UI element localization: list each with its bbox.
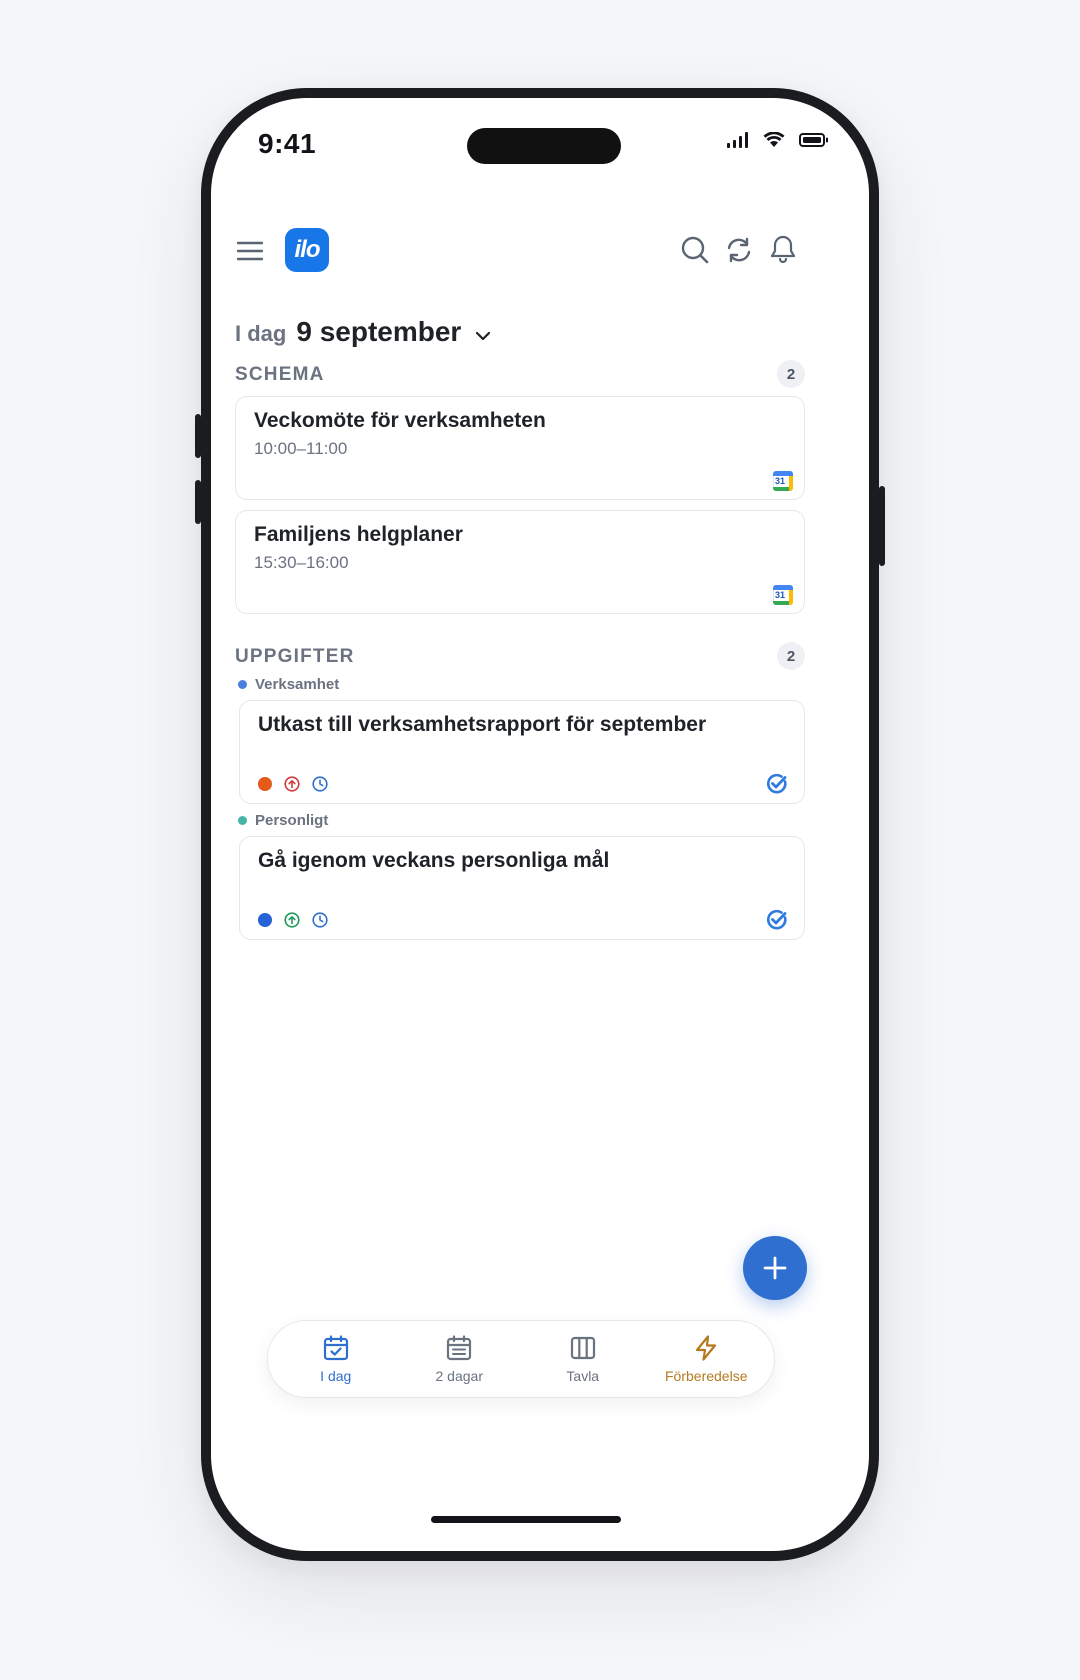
chevron-down-icon <box>476 331 491 341</box>
menu-icon <box>237 241 263 261</box>
task-group-label: Personligt <box>238 812 328 829</box>
nav-item-prepare[interactable]: Förberedelse <box>645 1334 767 1384</box>
clock-icon <box>312 776 328 792</box>
notifications-button[interactable] <box>767 232 799 266</box>
menu-button[interactable] <box>235 236 265 266</box>
cellular-signal-icon <box>727 132 748 148</box>
clock-icon <box>312 912 328 928</box>
nav-label-today: I dag <box>320 1368 352 1384</box>
task-card[interactable]: Gå igenom veckans personliga mål <box>239 836 805 940</box>
schedule-count-badge: 2 <box>777 360 805 388</box>
task-complete-check-icon[interactable] <box>766 773 788 795</box>
lightning-icon <box>696 1335 717 1361</box>
nav-item-two-days[interactable]: 2 dagar <box>398 1334 520 1384</box>
app-logo[interactable]: ilo <box>285 228 329 272</box>
phone-frame: 9:41 ilo I dag 9 september SCHEMA 2 Veck… <box>195 88 885 1561</box>
schedule-section-title: SCHEMA <box>235 364 325 385</box>
nav-label-two-days: 2 dagar <box>435 1368 483 1384</box>
group-name: Verksamhet <box>255 676 340 693</box>
event-card[interactable]: Familjens helgplaner 15:30–16:00 31 <box>235 510 805 614</box>
task-group-label: Verksamhet <box>238 676 339 693</box>
battery-icon <box>799 133 828 147</box>
group-name: Personligt <box>255 812 329 829</box>
side-button-power <box>879 486 885 566</box>
task-meta <box>258 776 328 792</box>
sync-icon <box>727 237 751 263</box>
event-card[interactable]: Veckomöte för verksamheten 10:00–11:00 3… <box>235 396 805 500</box>
event-title: Veckomöte för verksamheten <box>254 409 546 432</box>
plus-icon <box>763 1256 787 1280</box>
google-calendar-icon: 31 <box>773 471 793 491</box>
task-title: Gå igenom veckans personliga mål <box>258 849 610 872</box>
task-meta <box>258 912 328 928</box>
home-indicator[interactable] <box>431 1516 621 1523</box>
date-prefix: I dag <box>235 321 287 346</box>
nav-item-today[interactable]: I dag <box>275 1334 397 1384</box>
nav-label-board: Tavla <box>566 1368 600 1384</box>
priority-dot <box>258 913 272 927</box>
event-title: Familjens helgplaner <box>254 523 463 546</box>
phone-screen: 9:41 ilo I dag 9 september SCHEMA 2 Veck… <box>211 98 869 1551</box>
side-button-volume-up <box>195 414 201 458</box>
wifi-icon <box>763 132 785 147</box>
task-title: Utkast till verksamhetsrapport för septe… <box>258 713 707 736</box>
priority-dot <box>258 777 272 791</box>
tasks-count-badge: 2 <box>777 642 805 670</box>
group-color-dot <box>238 816 247 825</box>
date-selector[interactable]: I dag 9 september <box>235 316 491 348</box>
tasks-section-title: UPPGIFTER <box>235 646 355 667</box>
status-icons <box>727 132 829 148</box>
nav-label-prepare: Förberedelse <box>665 1368 748 1384</box>
calendar-check-icon <box>323 1335 348 1361</box>
search-icon <box>681 236 709 264</box>
task-card[interactable]: Utkast till verksamhetsrapport för septe… <box>239 700 805 804</box>
arrow-up-circle-icon <box>284 776 300 792</box>
side-button-volume-down <box>195 480 201 524</box>
search-button[interactable] <box>679 234 711 266</box>
status-time: 9:41 <box>258 128 317 159</box>
arrow-up-circle-icon <box>284 912 300 928</box>
bottom-navigation: I dag 2 dagar Tavla Förberedelse <box>267 1320 775 1398</box>
bell-icon <box>770 235 796 264</box>
date-label: 9 september <box>296 316 462 347</box>
columns-icon <box>570 1336 595 1360</box>
nav-item-board[interactable]: Tavla <box>522 1334 644 1384</box>
sync-button[interactable] <box>723 234 755 266</box>
add-button[interactable] <box>743 1236 807 1300</box>
group-color-dot <box>238 680 247 689</box>
event-time: 15:30–16:00 <box>254 553 349 572</box>
dynamic-island <box>467 128 621 164</box>
event-time: 10:00–11:00 <box>254 439 348 458</box>
task-complete-check-icon[interactable] <box>766 909 788 931</box>
calendar-list-icon <box>447 1335 472 1361</box>
google-calendar-icon: 31 <box>773 585 793 605</box>
